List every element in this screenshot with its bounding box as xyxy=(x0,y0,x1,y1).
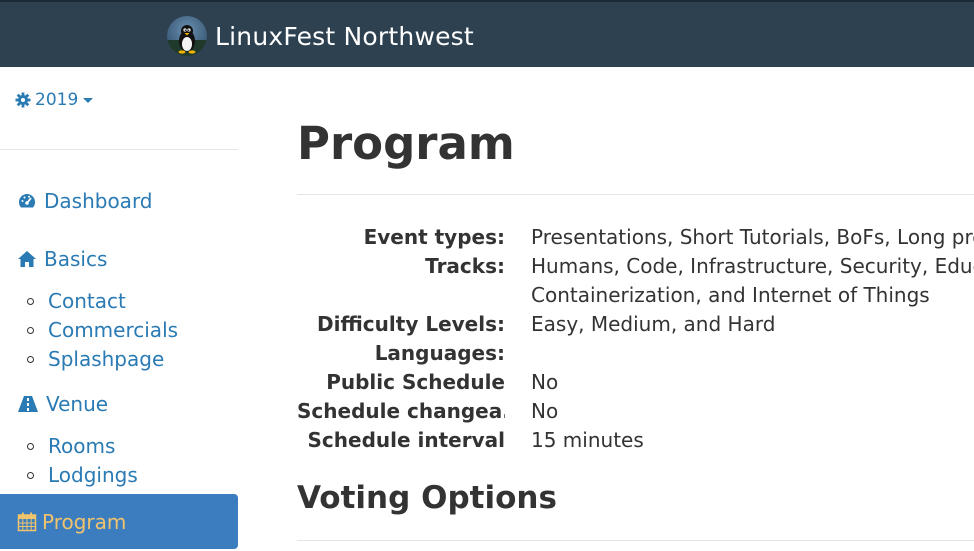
property-value: No xyxy=(531,399,559,423)
page-title: Program xyxy=(297,117,515,170)
sidebar-item-label: Program xyxy=(42,509,127,534)
property-label: Languages: xyxy=(374,341,505,365)
bullet-icon xyxy=(27,326,34,334)
sidebar-item-dashboard[interactable]: Dashboard xyxy=(17,189,153,213)
sidebar-subitem-commercials[interactable]: Commercials xyxy=(27,318,178,342)
property-value: Humans, Code, Infrastructure, Security, … xyxy=(531,254,974,278)
year-dropdown[interactable]: 2019 xyxy=(15,90,94,110)
bullet-icon xyxy=(27,297,34,305)
sidebar-subitem-lodgings[interactable]: Lodgings xyxy=(27,463,138,487)
property-label: Schedule changea... xyxy=(297,399,505,423)
sidebar-subitem-rooms[interactable]: Rooms xyxy=(27,434,115,458)
property-value: Containerization, and Internet of Things xyxy=(531,283,930,307)
main-content: Program Event types: Presentations, Shor… xyxy=(297,67,974,551)
tux-penguin-icon xyxy=(167,16,207,56)
property-label: Tracks: xyxy=(425,254,505,278)
section-title-voting-options: Voting Options xyxy=(297,480,557,516)
dashboard-icon xyxy=(18,194,36,208)
sidebar-subitem-splashpage[interactable]: Splashpage xyxy=(27,347,164,371)
sidebar: 2019 Dashboard Basics Contact Commercial… xyxy=(0,67,238,551)
sidebar-subitem-label: Splashpage xyxy=(48,347,165,371)
year-label: 2019 xyxy=(35,90,79,110)
sidebar-item-basics[interactable]: Basics xyxy=(17,247,107,271)
sidebar-divider xyxy=(0,149,238,150)
sidebar-subitem-contact[interactable]: Contact xyxy=(27,289,126,313)
brand-link[interactable]: LinuxFest Northwest xyxy=(167,16,474,56)
calendar-icon xyxy=(17,512,37,531)
section-divider xyxy=(297,540,974,541)
bullet-icon xyxy=(27,442,34,450)
sidebar-item-program[interactable]: Program xyxy=(0,494,238,549)
sidebar-item-label: Basics xyxy=(44,247,108,271)
property-value: Easy, Medium, and Hard xyxy=(531,312,776,336)
property-label: Event types: xyxy=(363,225,505,249)
sidebar-subitem-label: Rooms xyxy=(48,434,116,458)
road-icon xyxy=(18,396,38,412)
brand-name: LinuxFest Northwest xyxy=(215,21,474,51)
property-label: Difficulty Levels: xyxy=(317,312,505,336)
bullet-icon xyxy=(27,471,34,479)
home-icon xyxy=(18,251,36,267)
title-divider xyxy=(297,194,974,195)
property-value: Presentations, Short Tutorials, BoFs, Lo… xyxy=(531,225,974,249)
property-value: 15 minutes xyxy=(531,428,644,452)
property-value: No xyxy=(531,370,559,394)
gear-icon xyxy=(15,92,31,108)
sidebar-subitem-label: Contact xyxy=(48,289,126,313)
sidebar-item-label: Dashboard xyxy=(44,189,153,213)
bullet-icon xyxy=(27,355,34,363)
sidebar-subitem-label: Commercials xyxy=(48,318,179,342)
sidebar-subitem-label: Lodgings xyxy=(48,463,138,487)
property-label: Schedule interval xyxy=(307,428,505,452)
sidebar-item-label: Venue xyxy=(46,392,109,416)
sidebar-item-venue[interactable]: Venue xyxy=(17,392,108,416)
caret-down-icon xyxy=(83,97,94,103)
property-label: Public Schedule xyxy=(326,370,505,394)
top-navbar: LinuxFest Northwest xyxy=(0,0,974,67)
